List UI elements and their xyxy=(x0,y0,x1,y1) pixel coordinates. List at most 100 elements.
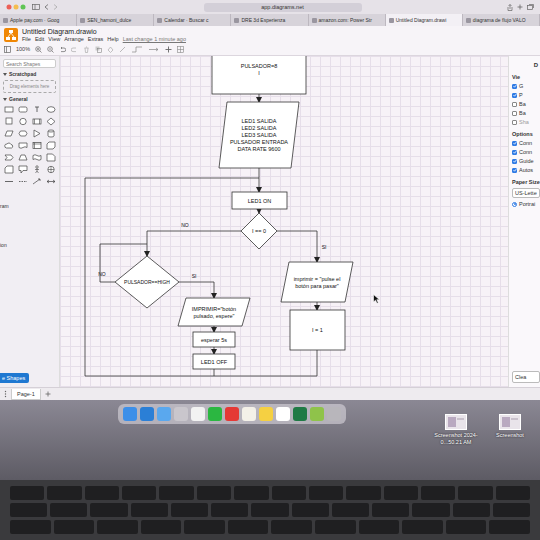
browser-tab[interactable]: Apple pay.com · Goog xyxy=(0,14,77,26)
dock-app-icon[interactable] xyxy=(191,407,205,421)
table-icon[interactable] xyxy=(177,46,184,53)
dock-app-icon[interactable] xyxy=(259,407,273,421)
menu-item[interactable]: Help xyxy=(107,36,118,42)
shape-search[interactable] xyxy=(3,59,56,68)
ellipse-shape-icon[interactable] xyxy=(46,105,56,114)
cloud-shape-icon[interactable] xyxy=(4,141,14,150)
dock-app-icon[interactable] xyxy=(208,407,222,421)
step-shape-icon[interactable] xyxy=(4,153,14,162)
clear-button[interactable]: Clea xyxy=(512,371,540,383)
double-arrow-shape-icon[interactable] xyxy=(46,177,56,186)
section-label[interactable]: ion xyxy=(0,242,56,248)
circle-shape-icon[interactable] xyxy=(18,117,28,126)
square-shape-icon[interactable] xyxy=(4,117,14,126)
more-shapes-button[interactable]: e Shapes xyxy=(0,373,29,383)
arrow-shape-icon[interactable] xyxy=(32,177,42,186)
note-shape-icon[interactable] xyxy=(46,153,56,162)
flow-node[interactable]: PULSADOR==HIGH xyxy=(115,256,179,308)
diagram-canvas[interactable]: PULSADOR=8I LED1 SALIDALED2 SALIDALED3 SA… xyxy=(60,56,508,387)
process-shape-icon[interactable] xyxy=(32,117,42,126)
browser-tab[interactable]: diagrama de flujo VALO xyxy=(463,14,540,26)
window-controls-icon[interactable] xyxy=(6,4,28,10)
section-header[interactable]: Scratchpad xyxy=(3,71,56,77)
flow-node[interactable]: PULSADOR=8I xyxy=(212,56,306,94)
flow-node[interactable]: LED1 ON xyxy=(232,192,287,209)
zoom-level[interactable]: 100% xyxy=(16,46,30,52)
menu-item[interactable]: File xyxy=(22,36,31,42)
redo-icon[interactable] xyxy=(71,46,78,53)
format-panel-icon[interactable] xyxy=(4,46,11,53)
page-tab[interactable]: Page-1 xyxy=(11,389,41,400)
expand-arrow-icon[interactable] xyxy=(3,98,7,101)
back-icon[interactable] xyxy=(44,4,49,10)
panel-tab[interactable]: D xyxy=(534,62,540,68)
last-change[interactable]: Last change 1 minute ago xyxy=(123,36,186,42)
cylinder-shape-icon[interactable] xyxy=(46,129,56,138)
option-checkbox[interactable]: Conn xyxy=(512,140,540,146)
flow-node[interactable]: I = 1 xyxy=(290,310,345,350)
rectangle-shape-icon[interactable] xyxy=(4,105,14,114)
zoom-in-icon[interactable] xyxy=(35,46,42,53)
flow-node[interactable]: imprimir = "pulse elbotón para pasar" xyxy=(281,262,353,302)
dock-app-icon[interactable] xyxy=(225,407,239,421)
undo-icon[interactable] xyxy=(59,46,66,53)
actor-shape-icon[interactable] xyxy=(32,165,42,174)
dock-app-icon[interactable] xyxy=(157,407,171,421)
menu-item[interactable]: Arrange xyxy=(64,36,84,42)
checkbox[interactable] xyxy=(512,168,517,173)
line-color-icon[interactable] xyxy=(119,46,126,53)
add-page-icon[interactable] xyxy=(45,391,51,397)
orientation-radio[interactable]: Portrai xyxy=(512,201,540,207)
cube-shape-icon[interactable] xyxy=(46,141,56,150)
tabs-overview-icon[interactable] xyxy=(527,4,534,10)
paper-size-select[interactable]: US-Lette xyxy=(512,188,540,198)
to-front-icon[interactable] xyxy=(95,46,102,53)
flow-node[interactable]: I == 0 xyxy=(241,213,277,249)
callout-shape-icon[interactable] xyxy=(18,165,28,174)
option-checkbox[interactable]: Autos xyxy=(512,167,540,173)
checkbox[interactable] xyxy=(512,159,517,164)
pages-menu-icon[interactable] xyxy=(4,390,7,398)
option-checkbox[interactable]: P xyxy=(512,92,540,98)
triangle-shape-icon[interactable] xyxy=(32,129,42,138)
browser-tab[interactable]: DRE 3d Esperienza xyxy=(231,14,308,26)
option-checkbox[interactable]: G xyxy=(512,83,540,89)
flow-node[interactable]: esperar 5s xyxy=(193,332,235,347)
checkbox[interactable] xyxy=(512,150,517,155)
section-label[interactable]: ram xyxy=(0,203,56,209)
diamond-shape-icon[interactable] xyxy=(46,117,56,126)
fill-color-icon[interactable] xyxy=(107,46,114,53)
dock-app-icon[interactable] xyxy=(123,407,137,421)
rounded-rect-shape-icon[interactable] xyxy=(18,105,28,114)
tape-shape-icon[interactable] xyxy=(32,153,42,162)
trapezoid-shape-icon[interactable] xyxy=(18,153,28,162)
dock-app-icon[interactable] xyxy=(140,407,154,421)
document-shape-icon[interactable] xyxy=(18,141,28,150)
flow-node[interactable]: LED1 SALIDALED2 SALIDALED3 SALIDAPULSADO… xyxy=(219,102,299,168)
desktop-file[interactable]: Screenshot xyxy=(486,414,534,439)
browser-tab[interactable]: SEN_hamoni_dulce xyxy=(77,14,154,26)
option-checkbox[interactable]: Guide xyxy=(512,158,540,164)
parallelogram-shape-icon[interactable] xyxy=(4,129,14,138)
scratchpad-drop-area[interactable]: Drag elements here xyxy=(3,80,56,93)
option-checkbox[interactable]: Conn xyxy=(512,149,540,155)
flow-node[interactable]: IMPRIMIR="botónpulsado, espere" xyxy=(178,298,250,326)
dock-app-icon[interactable] xyxy=(310,407,324,421)
waypoints-icon[interactable] xyxy=(131,46,143,53)
option-checkbox[interactable]: Ba xyxy=(512,110,540,116)
dock-app-icon[interactable] xyxy=(293,407,307,421)
checkbox[interactable] xyxy=(512,84,517,89)
sidebar-icon[interactable] xyxy=(32,4,40,10)
browser-tab[interactable]: Calendar · Buscar c xyxy=(154,14,231,26)
address-bar[interactable]: app.diagrams.net xyxy=(204,3,362,12)
share-icon[interactable] xyxy=(507,4,513,11)
card-shape-icon[interactable] xyxy=(4,165,14,174)
checkbox[interactable] xyxy=(512,93,517,98)
section-header[interactable]: General xyxy=(3,96,56,102)
new-tab-icon[interactable] xyxy=(517,4,523,10)
menu-item[interactable]: Extras xyxy=(88,36,104,42)
dashed-line-shape-icon[interactable] xyxy=(18,177,28,186)
desktop-file[interactable]: Screenshot 2024-0...50.21 AM xyxy=(432,414,480,445)
insert-icon[interactable] xyxy=(165,46,172,53)
menu-item[interactable]: View xyxy=(48,36,60,42)
